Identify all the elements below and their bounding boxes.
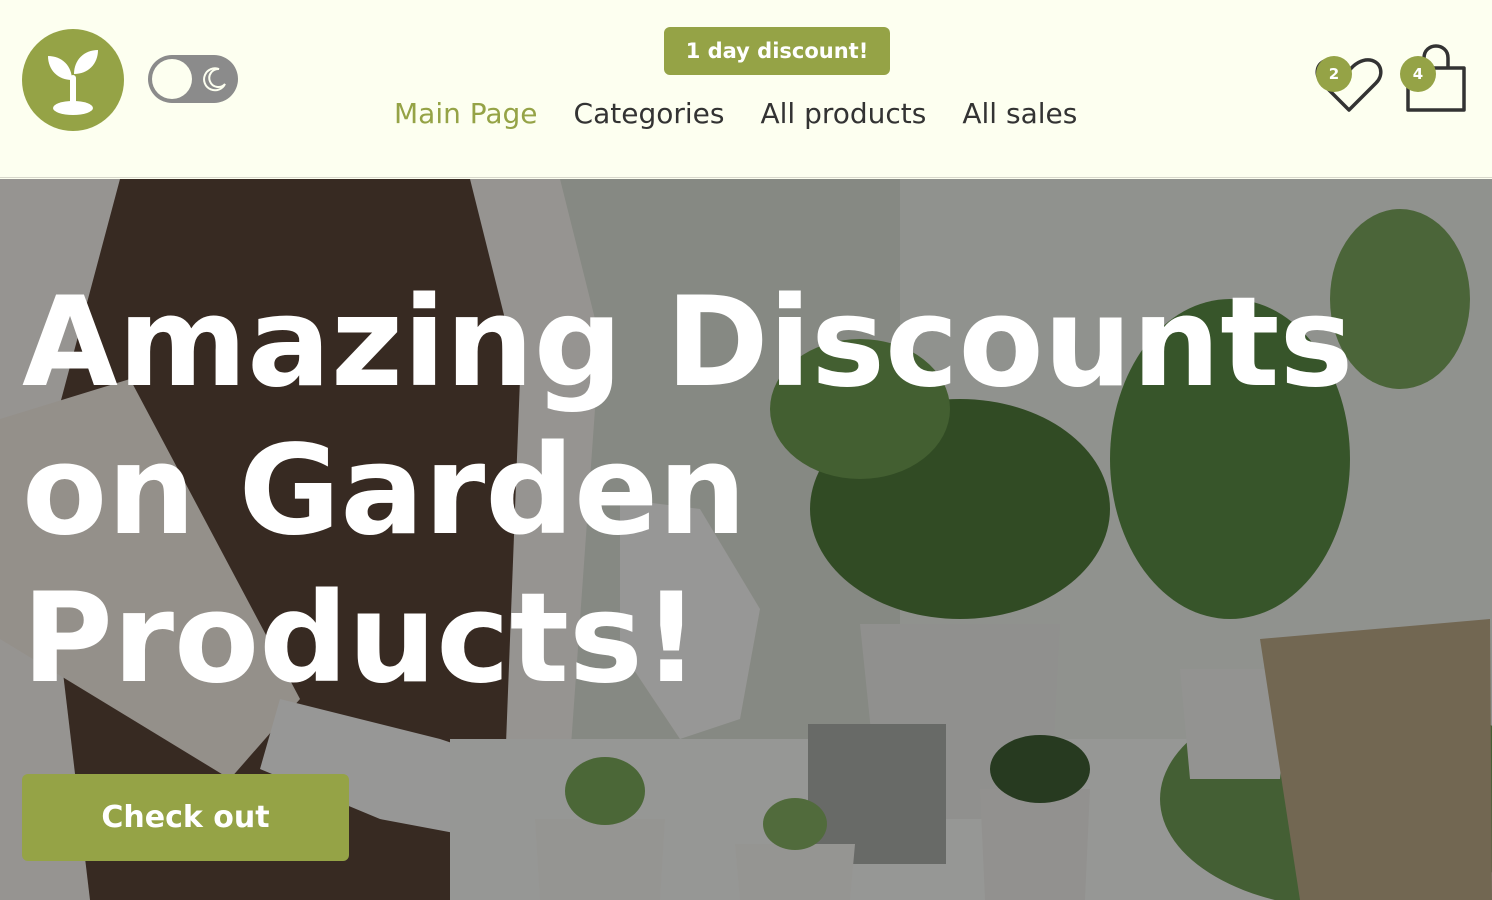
- nav-main-page[interactable]: Main Page: [394, 97, 538, 130]
- sprout-icon: [48, 50, 98, 115]
- site-header: 1 day discount! Main Page Categories All…: [0, 0, 1492, 178]
- cart-count-badge: 4: [1400, 56, 1436, 92]
- theme-toggle[interactable]: [148, 55, 238, 103]
- main-nav: Main Page Categories All products All sa…: [394, 92, 1077, 134]
- nav-all-products[interactable]: All products: [760, 97, 926, 130]
- favorites-count-badge: 2: [1316, 56, 1352, 92]
- nav-categories[interactable]: Categories: [574, 97, 725, 130]
- logo[interactable]: [22, 29, 124, 131]
- moon-icon: [203, 67, 226, 92]
- cart-button[interactable]: 4: [1398, 44, 1470, 116]
- hero-banner: Amazing Discounts on Garden Products! Ch…: [0, 179, 1492, 900]
- check-out-button[interactable]: Check out: [22, 774, 349, 861]
- toggle-knob: [152, 59, 192, 99]
- discount-badge[interactable]: 1 day discount!: [664, 27, 890, 75]
- hero-title: Amazing Discounts on Garden Products!: [22, 271, 1354, 711]
- nav-all-sales[interactable]: All sales: [962, 97, 1077, 130]
- favorites-button[interactable]: 2: [1314, 52, 1384, 114]
